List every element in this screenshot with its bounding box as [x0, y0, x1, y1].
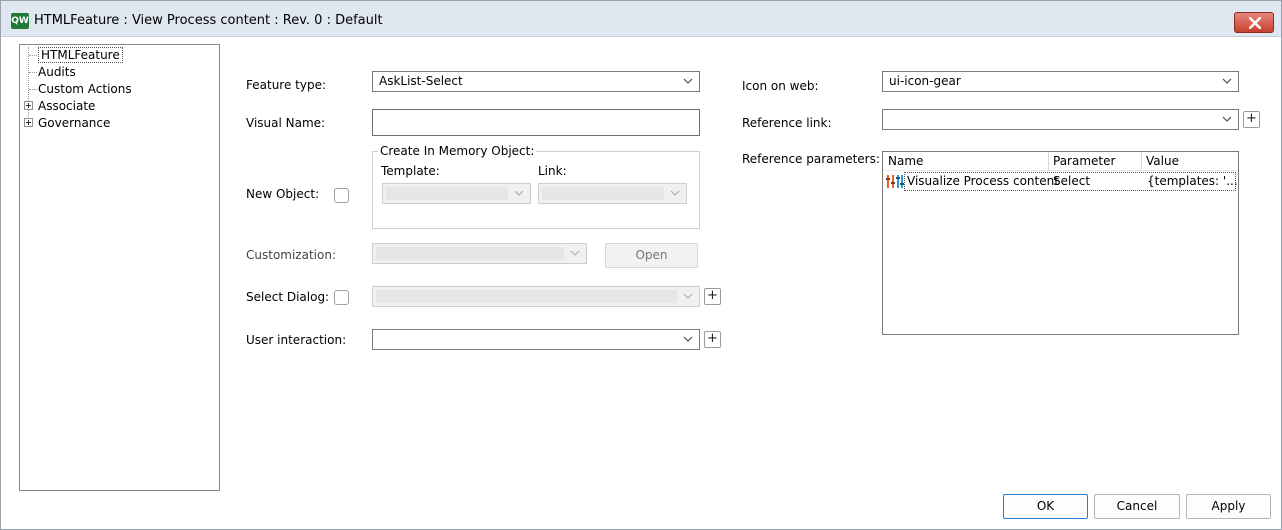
tree-item-custom-actions[interactable]: Custom Actions: [38, 81, 132, 97]
tree-item-governance[interactable]: Governance: [38, 115, 110, 131]
column-header-value[interactable]: Value: [1146, 154, 1179, 169]
apply-button[interactable]: Apply: [1186, 494, 1271, 519]
add-reference-link-button[interactable]: +: [1243, 111, 1260, 128]
open-button[interactable]: Open: [605, 243, 698, 268]
close-icon: [1249, 17, 1261, 29]
select-dialog-dropdown[interactable]: [372, 286, 700, 307]
chevron-down-icon: [670, 190, 680, 196]
app-logo-icon: QW: [11, 13, 29, 29]
cancel-button[interactable]: Cancel: [1094, 494, 1180, 519]
tree-connector: [29, 72, 37, 73]
cell-parameter: Select: [1053, 174, 1091, 188]
icon-on-web-value: ui-icon-gear: [889, 74, 961, 88]
cell-value: {templates: '...: [1147, 174, 1238, 188]
column-divider[interactable]: [1048, 152, 1049, 171]
tree-item-label: HTMLFeature: [38, 47, 123, 63]
column-divider[interactable]: [1141, 152, 1142, 171]
ok-button[interactable]: OK: [1003, 494, 1088, 519]
select-dialog-value: [376, 290, 677, 303]
tree-item-htmlfeature[interactable]: HTMLFeature: [38, 47, 123, 63]
tree-connector: [28, 47, 29, 123]
cell-name: Visualize Process content: [907, 174, 1059, 188]
reference-link-label: Reference link:: [742, 116, 832, 130]
chevron-down-icon: [514, 190, 524, 196]
add-user-interaction-button[interactable]: +: [704, 331, 721, 348]
tree-connector: [29, 55, 37, 56]
reference-parameters-grid[interactable]: Name Parameter Value Visualize Process c…: [882, 151, 1239, 335]
reference-parameters-label: Reference parameters:: [742, 152, 880, 166]
visual-name-input[interactable]: [372, 109, 700, 136]
chevron-down-icon: [1222, 78, 1232, 84]
create-in-memory-group: Create In Memory Object: Template: Link:: [372, 144, 700, 229]
icon-on-web-label: Icon on web:: [742, 79, 819, 93]
tree-connector: [29, 89, 37, 90]
expand-icon[interactable]: [24, 101, 33, 110]
close-button[interactable]: [1234, 12, 1274, 33]
tree-item-label: Audits: [38, 65, 76, 79]
chevron-down-icon: [570, 250, 580, 256]
chevron-down-icon: [683, 336, 693, 342]
chevron-down-icon: [1222, 116, 1232, 122]
icon-on-web-dropdown[interactable]: ui-icon-gear: [882, 71, 1239, 92]
link-value: [542, 187, 664, 200]
visual-name-label: Visual Name:: [246, 116, 326, 130]
parameter-icon: [886, 175, 904, 188]
add-select-dialog-button[interactable]: +: [704, 288, 721, 305]
link-dropdown[interactable]: [538, 183, 687, 204]
template-label: Template:: [381, 164, 440, 178]
dialog-window: QW HTMLFeature : View Process content : …: [0, 0, 1282, 530]
table-row[interactable]: Visualize Process content Select {templa…: [883, 172, 1238, 191]
select-dialog-checkbox[interactable]: [334, 290, 349, 305]
customization-dropdown[interactable]: [372, 243, 587, 264]
user-interaction-dropdown[interactable]: [372, 329, 700, 350]
tree-item-associate[interactable]: Associate: [38, 98, 95, 114]
feature-type-value: AskList-Select: [379, 74, 463, 88]
column-header-name[interactable]: Name: [888, 154, 923, 169]
title-bar[interactable]: QW HTMLFeature : View Process content : …: [1, 1, 1281, 37]
chevron-down-icon: [683, 78, 693, 84]
expand-icon[interactable]: [24, 118, 33, 127]
customization-value: [376, 247, 564, 260]
link-label: Link:: [538, 164, 567, 178]
select-dialog-label: Select Dialog:: [246, 290, 330, 304]
template-dropdown[interactable]: [382, 183, 531, 204]
tree-item-label: Governance: [38, 116, 111, 130]
tree-item-label: Custom Actions: [38, 82, 132, 96]
tree-item-label: Associate: [38, 99, 96, 113]
window-title: HTMLFeature : View Process content : Rev…: [34, 13, 383, 28]
new-object-checkbox[interactable]: [334, 188, 349, 203]
feature-type-dropdown[interactable]: AskList-Select: [372, 71, 700, 92]
grid-header: Name Parameter Value: [883, 152, 1238, 171]
tree-item-audits[interactable]: Audits: [38, 64, 76, 80]
chevron-down-icon: [683, 293, 693, 299]
feature-type-label: Feature type:: [246, 78, 327, 92]
reference-link-dropdown[interactable]: [882, 109, 1239, 130]
customization-label: Customization:: [246, 248, 336, 262]
create-in-memory-legend: Create In Memory Object:: [378, 144, 537, 159]
user-interaction-label: User interaction:: [246, 333, 347, 347]
object-tree[interactable]: HTMLFeature Audits Custom Actions Associ…: [19, 44, 220, 491]
new-object-label: New Object:: [246, 187, 320, 201]
column-header-parameter[interactable]: Parameter: [1053, 154, 1115, 169]
template-value: [386, 187, 508, 200]
